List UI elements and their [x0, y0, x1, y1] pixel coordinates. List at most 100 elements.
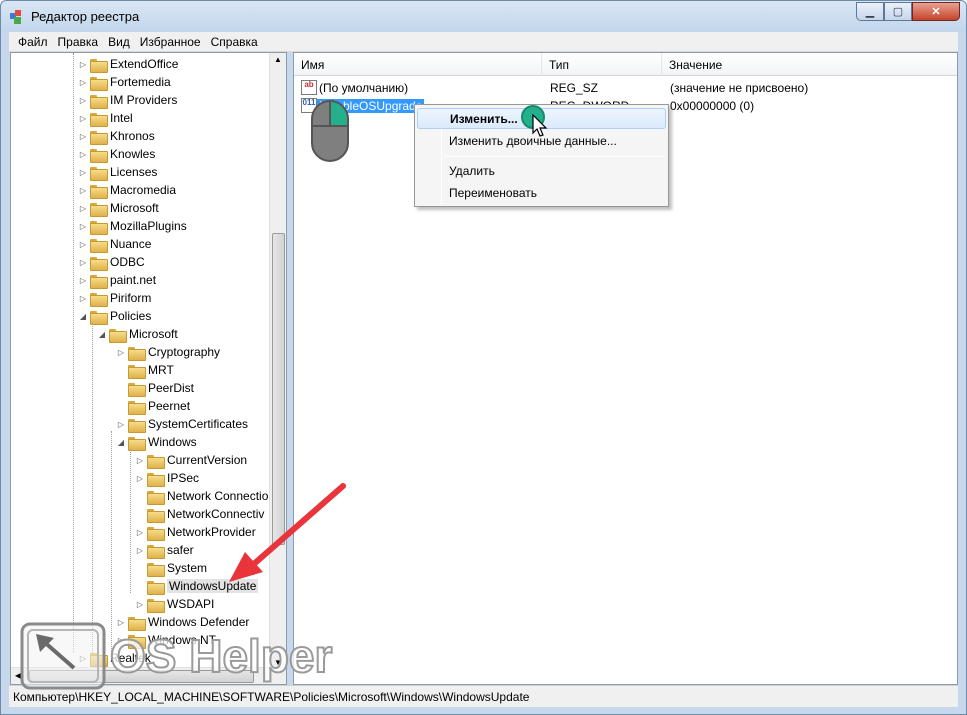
tree-item-label: Policies — [110, 309, 152, 323]
expand-toggle-icon[interactable]: ▷ — [78, 276, 88, 285]
menu-item-rename[interactable]: Переименовать — [417, 182, 666, 203]
tree-item[interactable]: ▷ WSDAPI — [135, 595, 214, 613]
expand-toggle-icon[interactable]: ▷ — [116, 420, 126, 429]
tree-item[interactable]: ▷ Khronos — [78, 127, 155, 145]
tree-item[interactable]: PeerDist — [116, 379, 194, 397]
expand-toggle-icon[interactable]: ▷ — [135, 546, 145, 555]
folder-icon — [90, 166, 108, 181]
folder-icon — [90, 130, 108, 145]
menu-item-delete[interactable]: Удалить — [417, 160, 666, 181]
folder-icon — [128, 400, 146, 415]
tree-item-label: WSDAPI — [167, 597, 215, 611]
expand-toggle-icon[interactable]: ▷ — [78, 60, 88, 69]
menu-edit[interactable]: Правка — [53, 35, 104, 49]
tree-item[interactable]: MRT — [116, 361, 174, 379]
expand-toggle-icon[interactable]: ▷ — [78, 258, 88, 267]
tree-item-label: CurrentVersion — [167, 453, 248, 467]
tree-item[interactable]: ▷ Macromedia — [78, 181, 176, 199]
expand-toggle-icon[interactable]: ▷ — [78, 78, 88, 87]
column-header-name[interactable]: Имя — [294, 53, 542, 76]
tree-item[interactable]: ▷ MozillaPlugins — [78, 217, 187, 235]
column-header-type[interactable]: Тип — [542, 53, 662, 76]
folder-icon — [128, 364, 146, 379]
tree-item-label: SystemCertificates — [148, 417, 249, 431]
menu-view[interactable]: Вид — [103, 35, 135, 49]
value-data: 0x00000000 (0) — [670, 99, 755, 113]
tree-item[interactable]: System — [135, 559, 207, 577]
folder-icon — [109, 328, 127, 343]
folder-icon — [128, 436, 146, 451]
folder-icon — [147, 562, 165, 577]
tree-item[interactable]: ◢ Microsoft — [97, 325, 178, 343]
tree-item[interactable]: ▷ ODBC — [78, 253, 145, 271]
folder-icon — [90, 112, 108, 127]
tree-item[interactable]: ▷ IM Providers — [78, 91, 177, 109]
tree-item[interactable]: ◢ Policies — [78, 307, 151, 325]
folder-icon — [90, 184, 108, 199]
folder-icon — [147, 454, 165, 469]
tree-item-label: ExtendOffice — [110, 57, 179, 71]
registry-editor-icon — [10, 10, 21, 24]
menu-help[interactable]: Справка — [206, 35, 263, 49]
folder-icon — [128, 418, 146, 433]
tree-item-label: Khronos — [110, 129, 155, 143]
tree-item[interactable]: ▷ Fortemedia — [78, 73, 171, 91]
tree-item[interactable]: ▷ safer — [135, 541, 194, 559]
expand-toggle-icon[interactable]: ▷ — [78, 168, 88, 177]
expand-toggle-icon[interactable]: ▷ — [78, 294, 88, 303]
tree-item-label: safer — [167, 543, 194, 557]
expand-toggle-icon[interactable]: ◢ — [97, 330, 107, 339]
expand-toggle-icon[interactable]: ◢ — [116, 438, 126, 447]
folder-icon — [147, 544, 165, 559]
tree-item[interactable]: Peernet — [116, 397, 190, 415]
tree-item-label: Microsoft — [129, 327, 178, 341]
tree-item[interactable]: ▷ SystemCertificates — [116, 415, 248, 433]
mouse-pointer-icon — [532, 114, 548, 137]
expand-toggle-icon[interactable]: ▷ — [78, 240, 88, 249]
folder-icon — [90, 256, 108, 271]
string-value-icon: ab — [301, 80, 317, 95]
registry-tree[interactable]: ▷Realtek▷Windows NT▷Windows Defender▷WSD… — [10, 52, 287, 685]
title-bar[interactable]: Редактор реестра ▁ ▢ ✕ — [1, 1, 966, 32]
tree-item[interactable]: ▷ CurrentVersion — [135, 451, 247, 469]
tree-item[interactable]: ▷ Cryptography — [116, 343, 220, 361]
tree-item[interactable]: ▷ Nuance — [78, 235, 151, 253]
tree-item[interactable]: ◢ Windows — [116, 433, 197, 451]
maximize-button[interactable]: ▢ — [884, 2, 912, 21]
expand-toggle-icon[interactable]: ▷ — [78, 114, 88, 123]
folder-icon — [90, 58, 108, 73]
tree-item[interactable]: ▷ Intel — [78, 109, 133, 127]
expand-toggle-icon[interactable]: ▷ — [135, 528, 145, 537]
column-header-value[interactable]: Значение — [662, 53, 957, 76]
expand-toggle-icon[interactable]: ▷ — [135, 474, 145, 483]
expand-toggle-icon[interactable]: ▷ — [78, 222, 88, 231]
expand-toggle-icon[interactable]: ◢ — [78, 312, 88, 321]
expand-toggle-icon[interactable]: ▷ — [78, 204, 88, 213]
folder-icon — [128, 346, 146, 361]
minimize-button[interactable]: ▁ — [856, 2, 884, 21]
tree-item-label: paint.net — [110, 273, 157, 287]
tree-item[interactable]: ▷ IPSec — [135, 469, 199, 487]
expand-toggle-icon[interactable]: ▷ — [135, 600, 145, 609]
tree-item[interactable]: ▷ paint.net — [78, 271, 156, 289]
expand-toggle-icon[interactable]: ▷ — [135, 456, 145, 465]
menu-favorites[interactable]: Избранное — [135, 35, 206, 49]
scroll-up-icon[interactable]: ▲ — [274, 55, 282, 64]
close-button[interactable]: ✕ — [912, 2, 960, 21]
menu-file[interactable]: Файл — [13, 35, 53, 49]
expand-toggle-icon[interactable]: ▷ — [78, 186, 88, 195]
expand-toggle-icon[interactable]: ▷ — [78, 96, 88, 105]
tree-item-label: Windows — [148, 435, 197, 449]
folder-icon — [90, 274, 108, 289]
expand-toggle-icon[interactable]: ▷ — [78, 150, 88, 159]
tree-item[interactable]: ▷ Licenses — [78, 163, 157, 181]
tree-item[interactable]: ▷ ExtendOffice — [78, 55, 178, 73]
tree-item[interactable]: ▷ Microsoft — [78, 199, 159, 217]
tree-item[interactable]: ▷ Knowles — [78, 145, 155, 163]
folder-icon — [90, 202, 108, 217]
expand-toggle-icon[interactable]: ▷ — [116, 348, 126, 357]
value-row[interactable]: ab (По умолчанию) REG_SZ (значение не пр… — [294, 79, 957, 97]
value-data: (значение не присвоено) — [670, 81, 809, 95]
expand-toggle-icon[interactable]: ▷ — [78, 132, 88, 141]
tree-item[interactable]: ▷ Piriform — [78, 289, 151, 307]
